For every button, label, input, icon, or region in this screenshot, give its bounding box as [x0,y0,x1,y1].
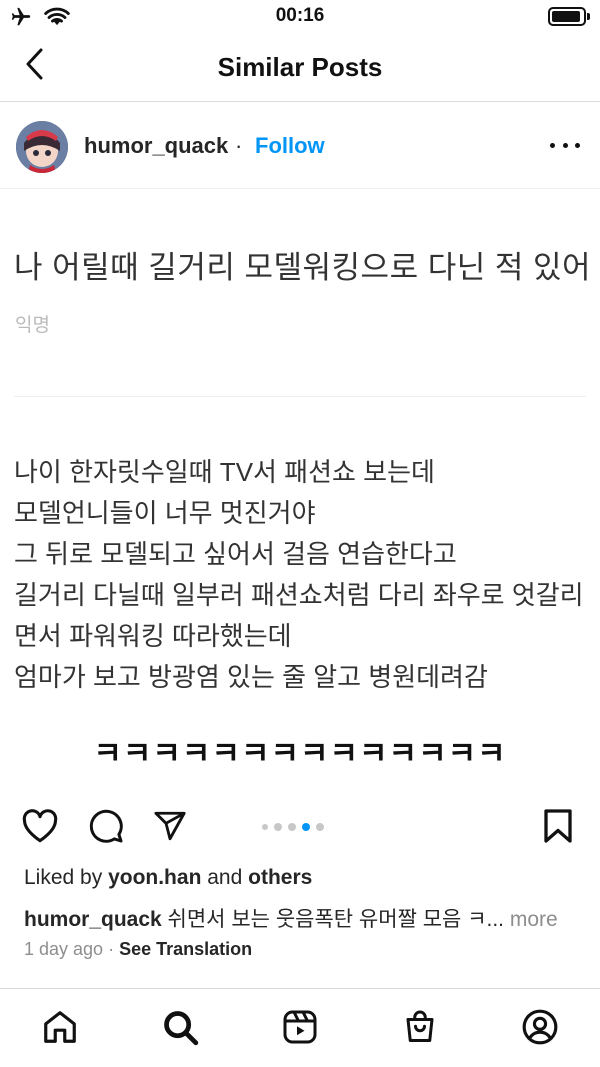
avatar[interactable] [16,121,68,173]
page-title: Similar Posts [217,52,383,82]
save-button[interactable] [538,808,578,848]
post-image-author: 익명 [15,315,50,336]
likes-conj: and [207,866,243,889]
liked-by-user[interactable]: yoon.han [108,866,201,889]
carousel-dot [288,823,296,831]
follow-button[interactable]: Follow [255,133,325,159]
carousel-dot [274,823,282,831]
body-line: 나이 한자릿수일때 TV서 패션쇼 보는데 [14,457,435,487]
tab-profile[interactable] [518,1007,562,1051]
tab-search[interactable] [158,1007,202,1051]
nav-bar: Similar Posts [0,34,600,102]
battery-fill [552,11,580,22]
like-button[interactable] [20,808,60,848]
divider [14,396,586,397]
caption-text: 쉬면서 보는 웃음폭탄 유머짤 모음 ㅋ... [167,908,505,931]
home-icon [41,1008,79,1051]
post-image[interactable]: 나 어릴때 길거리 모델워킹으로 다닌 적 있어 익명 나이 한자릿수일때 TV… [0,190,600,790]
status-time: 00:16 [275,5,325,26]
carousel-dot [262,824,268,830]
liked-by-others[interactable]: others [248,866,312,889]
carousel-dot-active [302,823,310,831]
carousel-dot [316,823,324,831]
bookmark-icon [542,808,574,849]
post-image-laugh: ㅋㅋㅋㅋㅋㅋㅋㅋㅋㅋㅋㅋㅋㅋ [93,736,507,771]
share-icon [152,809,188,848]
reels-icon [282,1009,318,1050]
likes-text: Liked by yoon.han and others [24,866,312,890]
separator-dot: · [235,133,243,158]
heart-icon [21,808,59,848]
see-translation-link[interactable]: See Translation [119,939,252,959]
body-line: 그 뒤로 모델되고 싶어서 걸음 연습한다고 [14,539,457,569]
body-line: 면서 파워워킹 따라했는데 [14,621,292,651]
dot [550,142,555,148]
shop-icon [402,1008,438,1051]
post-actions [0,800,600,854]
tab-shop[interactable] [398,1007,442,1051]
post-time: 1 day ago [24,939,104,959]
more-options-icon[interactable] [550,133,580,157]
body-line: 엄마가 보고 방광염 있는 줄 알고 병원데려감 [14,662,488,692]
post-username[interactable]: humor_quack [84,133,228,159]
tab-home[interactable] [38,1007,82,1051]
search-icon [161,1008,199,1051]
carousel-indicator [262,823,324,831]
post-meta: 1 day ago · See Translation [24,939,252,960]
likes-prefix: Liked by [24,866,103,889]
dot [562,142,568,148]
status-bar: 00:16 [0,0,600,34]
meta-separator: · [108,939,115,959]
comment-icon [88,808,124,849]
body-line: 모델언니들이 너무 멋진거야 [14,498,316,528]
post-header: humor_quack · Follow [0,103,600,189]
profile-icon [521,1008,559,1051]
caption-more-link[interactable]: more [510,908,558,931]
tab-reels[interactable] [278,1007,322,1051]
bottom-tab-bar [0,988,600,1067]
share-button[interactable] [150,808,190,848]
caption-username[interactable]: humor_quack [24,908,162,931]
post-image-body: 나이 한자릿수일때 TV서 패션쇼 보는데 모델언니들이 너무 멋진거야 그 뒤… [14,452,594,698]
post-image-heading: 나 어릴때 길거리 모델워킹으로 다닌 적 있어 [14,250,592,285]
battery-icon [548,7,590,26]
dot [575,142,580,148]
body-line: 길거리 다닐때 일부러 패션쇼처럼 다리 좌우로 엇갈리 [14,580,584,610]
caption: humor_quack 쉬면서 보는 웃음폭탄 유머짤 모음 ㅋ... more [24,903,584,933]
comment-button[interactable] [86,808,126,848]
